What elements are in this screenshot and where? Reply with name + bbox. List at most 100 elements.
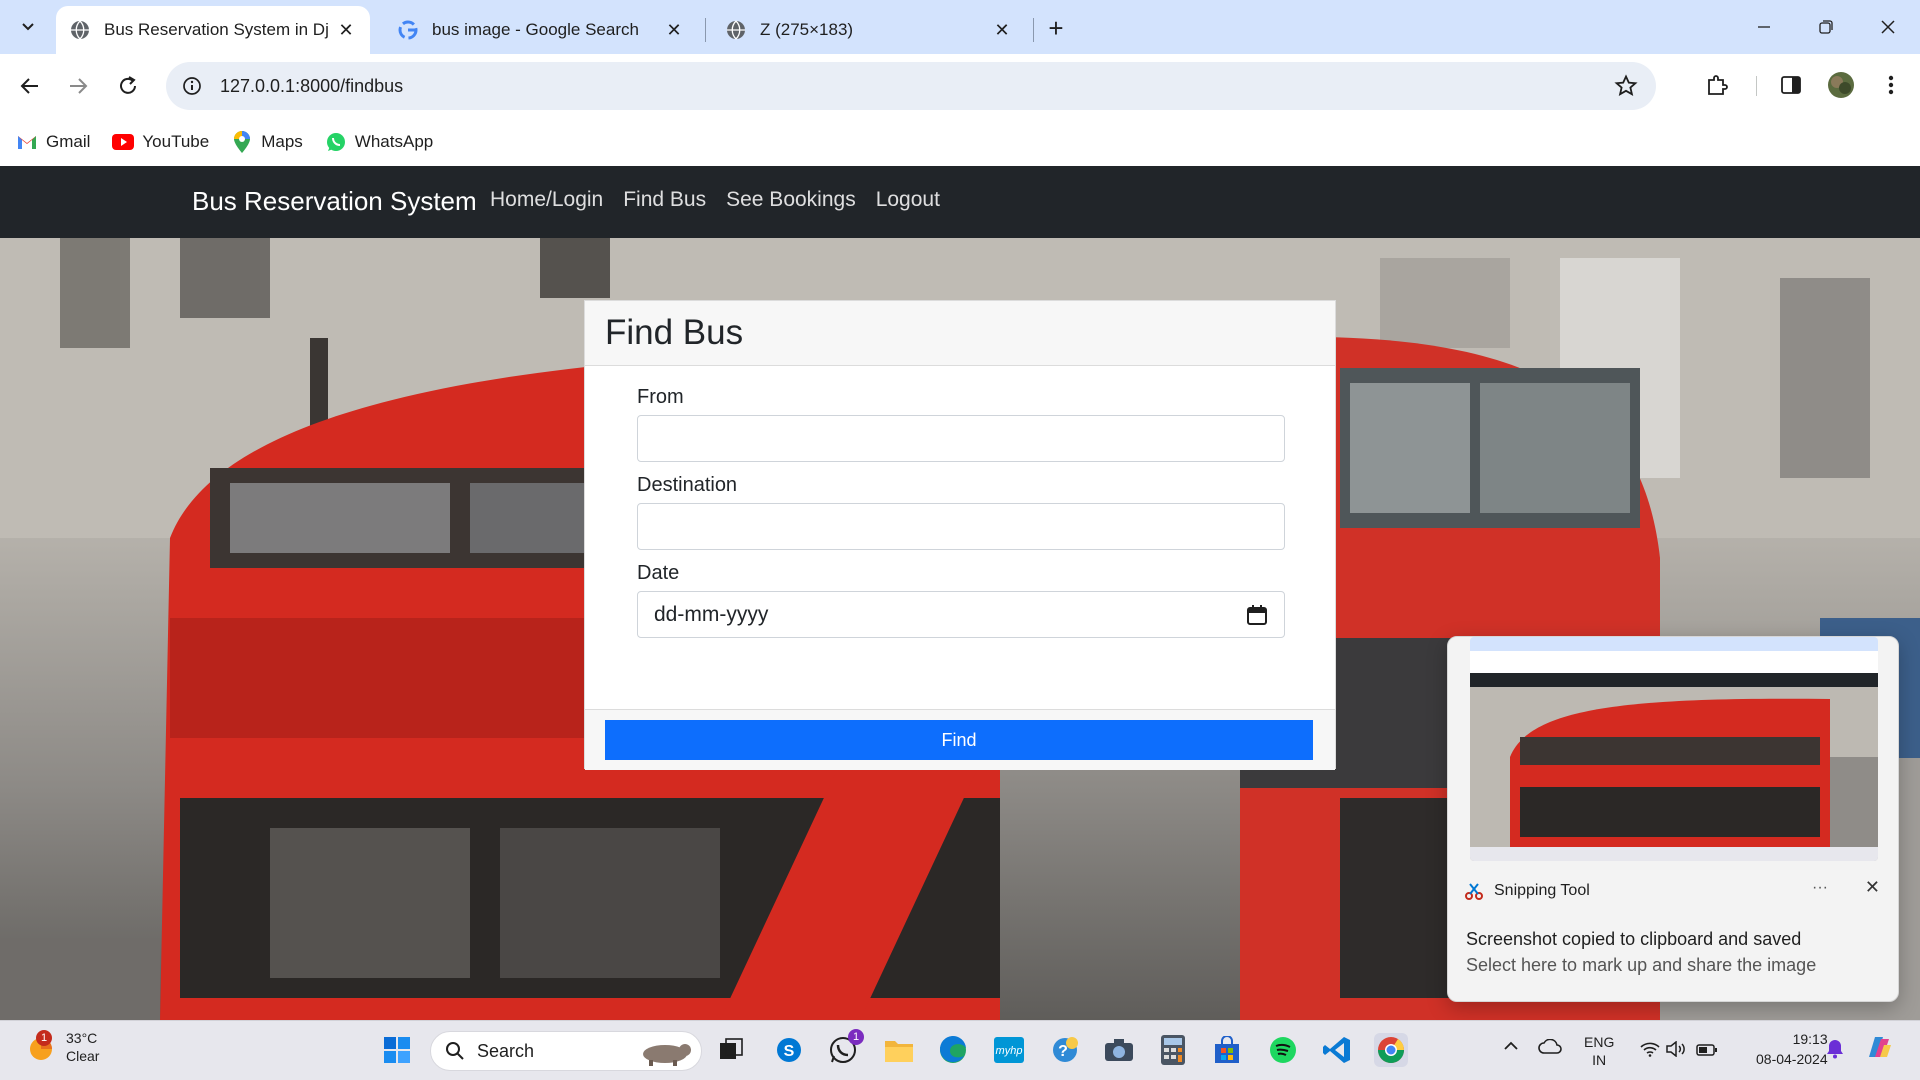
screenshot-thumbnail [1470,637,1878,861]
toolbar-separator [1756,76,1757,96]
date-label: Date [637,562,680,584]
helper-app[interactable]: ? [1048,1033,1082,1067]
browser-menu-button[interactable] [1876,70,1906,100]
notification-bell-icon[interactable] [1826,1039,1844,1062]
camera-app[interactable] [1102,1033,1136,1067]
reload-button[interactable] [110,68,146,104]
svg-text:?: ? [1058,1043,1068,1060]
spotify-app[interactable] [1266,1033,1300,1067]
bookmarks-bar: Gmail YouTube Maps WhatsApp [0,118,1920,166]
site-info-icon[interactable] [180,74,204,98]
skype-app[interactable]: S [772,1033,806,1067]
close-tab-icon[interactable]: ✕ [664,20,684,40]
from-label: From [637,386,684,408]
hp-icon: myhp [994,1037,1024,1063]
bookmark-label: Gmail [46,132,91,151]
bookmark-whatsapp[interactable]: WhatsApp [325,131,433,153]
tab-search-button[interactable] [12,10,44,42]
site-navbar: Bus Reservation System Home/Login Find B… [0,166,1920,238]
weather-desc: Clear [66,1048,100,1064]
chrome-icon [1377,1037,1405,1064]
bookmark-star-icon[interactable] [1614,74,1638,98]
windows-icon [384,1037,410,1063]
task-view-icon [720,1038,743,1059]
find-button[interactable]: Find [605,720,1313,760]
profile-avatar[interactable] [1826,70,1856,100]
nav-see-bookings[interactable]: See Bookings [726,188,856,212]
arrow-left-icon [20,78,38,94]
edge-app[interactable] [936,1033,970,1067]
nav-logout[interactable]: Logout [876,188,940,212]
close-icon [1881,20,1895,34]
close-window-button[interactable] [1868,10,1908,44]
toast-close-icon[interactable]: ✕ [1865,877,1880,898]
restore-button[interactable] [1806,10,1846,44]
side-panel-button[interactable] [1776,70,1806,100]
bookmark-label: Maps [261,132,303,151]
chrome-app[interactable] [1374,1033,1408,1067]
bookmark-gmail[interactable]: Gmail [16,131,90,153]
destination-group: Destination [637,474,1285,550]
calculator-app[interactable] [1156,1033,1190,1067]
date-input[interactable]: dd-mm-yyyy [637,591,1285,638]
date-placeholder: dd-mm-yyyy [654,602,769,626]
puzzle-icon [1708,75,1728,95]
weather-sun-icon: 1 [26,1030,56,1062]
nav-home-login[interactable]: Home/Login [490,188,603,212]
bookmark-maps[interactable]: Maps [231,131,303,153]
close-tab-icon[interactable]: ✕ [336,20,356,40]
whatsapp-app[interactable]: 1 [826,1029,864,1067]
show-hidden-icons[interactable] [1502,1039,1520,1055]
card-body: From Destination Date dd-mm-yyyy [585,366,1335,709]
chevron-up-icon [1504,1041,1518,1050]
weather-widget[interactable]: 1 33°C Clear [26,1029,99,1065]
language-indicator[interactable]: ENG IN [1584,1033,1614,1069]
calendar-icon[interactable] [1246,604,1268,626]
bookmark-youtube[interactable]: YouTube [112,131,209,153]
forward-button[interactable] [60,68,96,104]
task-view-button[interactable] [714,1033,748,1067]
tab-separator [1033,18,1034,42]
spotify-icon [1270,1037,1296,1063]
taskbar-search[interactable]: Search [430,1031,702,1071]
destination-input[interactable] [637,503,1285,550]
whatsapp-badge: 1 [848,1029,864,1045]
maps-icon [231,131,253,153]
tab-bus-reservation[interactable]: Bus Reservation System in Djan ✕ [56,6,370,54]
store-app[interactable] [1210,1033,1244,1067]
hp-app[interactable]: myhp [992,1033,1026,1067]
extensions-button[interactable] [1702,70,1732,100]
minimize-button[interactable] [1744,10,1784,44]
navbar-links: Home/Login Find Bus See Bookings Logout [490,188,960,212]
close-tab-icon[interactable]: ✕ [992,20,1012,40]
nav-find-bus[interactable]: Find Bus [623,188,706,212]
volume-icon[interactable] [1666,1040,1688,1060]
snipping-tool-notification[interactable]: Snipping Tool ··· ✕ Screenshot copied to… [1447,636,1899,1002]
toast-message: Screenshot copied to clipboard and saved [1466,929,1802,949]
new-tab-button[interactable]: + [1040,12,1072,44]
whatsapp-icon [325,131,347,153]
browser-toolbar: 127.0.0.1:8000/findbus [0,54,1920,118]
back-button[interactable] [12,68,48,104]
tab-image[interactable]: Z (275×183) ✕ [712,6,1026,54]
card-header: Find Bus [585,301,1335,366]
bing-highlight-icon [643,1044,691,1066]
clock-time: 19:13 [1792,1031,1828,1047]
navbar-brand[interactable]: Bus Reservation System [192,186,477,217]
battery-icon[interactable] [1696,1043,1718,1059]
tab-google-search[interactable]: bus image - Google Search ✕ [384,6,698,54]
copilot-icon[interactable] [1864,1033,1894,1066]
clock[interactable]: 19:13 08-04-2024 [1756,1029,1828,1069]
toast-more-options[interactable]: ··· [1812,879,1828,897]
onedrive-icon[interactable] [1538,1038,1562,1058]
find-bus-card: Find Bus From Destination Date dd-mm-yyy… [584,300,1336,770]
from-input[interactable] [637,415,1285,462]
wifi-icon[interactable] [1640,1041,1660,1060]
file-explorer-app[interactable] [882,1033,916,1067]
snipping-tool-icon [1465,883,1483,900]
vscode-app[interactable] [1320,1033,1354,1067]
address-bar[interactable]: 127.0.0.1:8000/findbus [166,62,1656,110]
more-vertical-icon [1888,75,1894,95]
youtube-icon [112,131,135,153]
start-button[interactable] [380,1033,414,1067]
